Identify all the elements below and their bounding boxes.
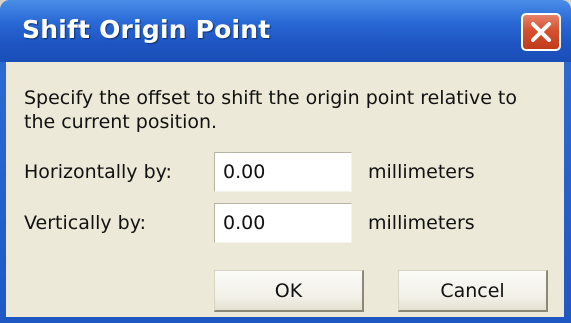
dialog-description: Specify the offset to shift the origin p… xyxy=(24,87,517,133)
horizontal-label: Horizontally by: xyxy=(24,161,172,183)
dialog-title: Shift Origin Point xyxy=(22,15,271,44)
horizontal-offset-input[interactable] xyxy=(214,152,352,192)
title-bar[interactable]: Shift Origin Point xyxy=(0,0,571,62)
vertical-offset-input[interactable] xyxy=(214,203,352,243)
vertical-label: Vertically by: xyxy=(24,212,147,234)
ok-button[interactable]: OK xyxy=(214,270,364,312)
dialog-body: Specify the offset to shift the origin p… xyxy=(6,62,564,317)
vertical-unit-label: millimeters xyxy=(368,212,475,234)
close-button[interactable] xyxy=(521,13,561,51)
dialog-window: Shift Origin Point Specify the offset to… xyxy=(0,0,571,323)
close-icon xyxy=(530,21,552,43)
horizontal-unit-label: millimeters xyxy=(368,161,475,183)
cancel-button[interactable]: Cancel xyxy=(398,270,548,312)
